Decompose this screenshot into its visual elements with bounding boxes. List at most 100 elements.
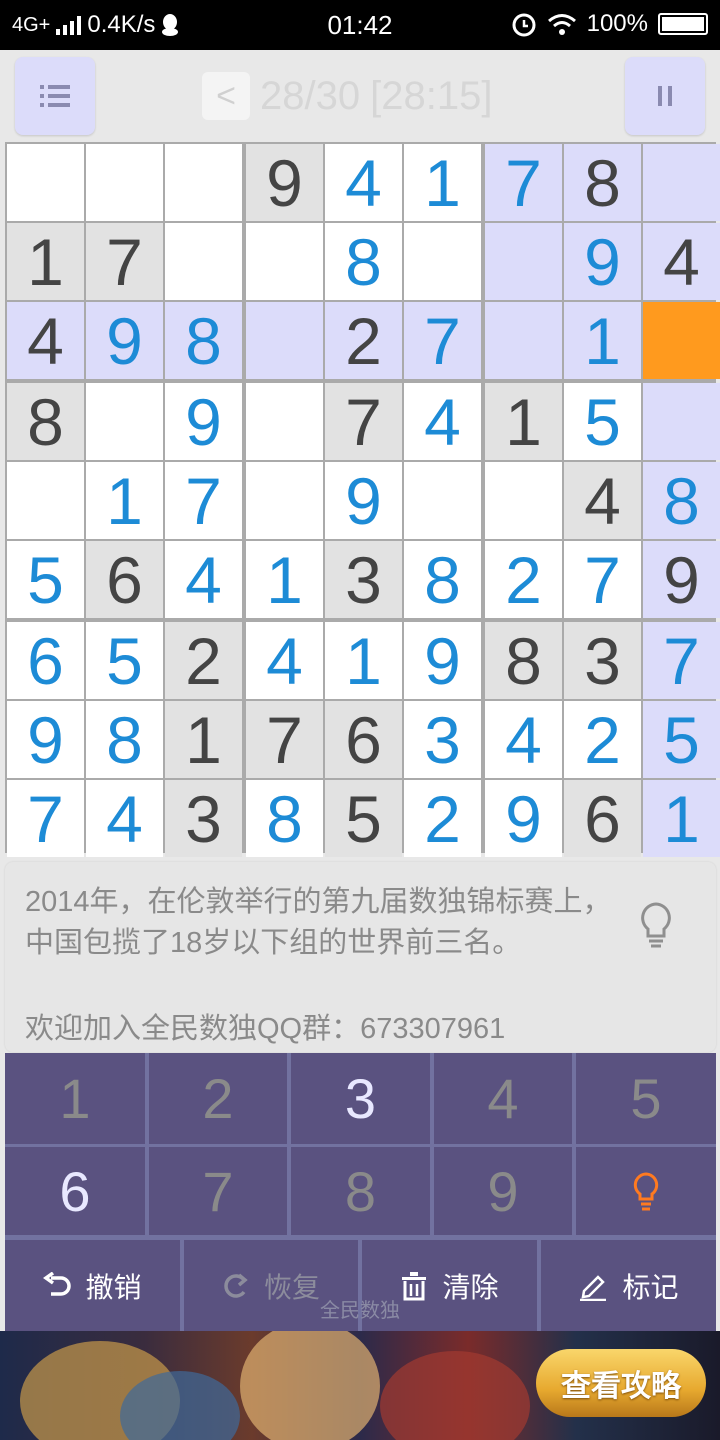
number-key-2[interactable]: 2 — [149, 1053, 287, 1144]
hint-key[interactable] — [576, 1147, 716, 1235]
cell-r1c9[interactable] — [643, 144, 720, 221]
cell-r2c5[interactable]: 8 — [325, 223, 402, 300]
cell-r1c6[interactable]: 1 — [404, 144, 481, 221]
cell-r2c7[interactable] — [485, 223, 562, 300]
cell-r9c4[interactable]: 8 — [246, 780, 323, 857]
cell-r2c8[interactable]: 9 — [564, 223, 641, 300]
cell-r6c7[interactable]: 2 — [485, 541, 562, 618]
cell-r8c6[interactable]: 3 — [404, 701, 481, 778]
cell-r4c4[interactable] — [246, 383, 323, 460]
number-key-4[interactable]: 4 — [434, 1053, 572, 1144]
cell-r4c5[interactable]: 7 — [325, 383, 402, 460]
cell-r8c3[interactable]: 1 — [165, 701, 242, 778]
cell-r3c6[interactable]: 7 — [404, 302, 481, 379]
cell-r5c6[interactable] — [404, 462, 481, 539]
cell-r9c3[interactable]: 3 — [165, 780, 242, 857]
cell-r9c7[interactable]: 9 — [485, 780, 562, 857]
previous-level-button[interactable]: < — [202, 72, 250, 120]
cell-r5c2[interactable]: 1 — [86, 462, 163, 539]
cell-r6c4[interactable]: 1 — [246, 541, 323, 618]
number-key-7[interactable]: 7 — [149, 1147, 287, 1235]
cell-r1c1[interactable] — [7, 144, 84, 221]
cell-r6c2[interactable]: 6 — [86, 541, 163, 618]
cell-r5c9[interactable]: 8 — [643, 462, 720, 539]
cell-r5c3[interactable]: 7 — [165, 462, 242, 539]
lightbulb-icon[interactable] — [636, 900, 676, 950]
battery-percent: 100% — [586, 10, 648, 37]
cell-r5c4[interactable] — [246, 462, 323, 539]
cell-r1c8[interactable]: 8 — [564, 144, 641, 221]
cell-r2c6[interactable] — [404, 223, 481, 300]
cell-r9c1[interactable]: 7 — [7, 780, 84, 857]
cell-r5c8[interactable]: 4 — [564, 462, 641, 539]
cell-r6c8[interactable]: 7 — [564, 541, 641, 618]
cell-r7c2[interactable]: 5 — [86, 622, 163, 699]
cell-r8c7[interactable]: 4 — [485, 701, 562, 778]
cell-r4c6[interactable]: 4 — [404, 383, 481, 460]
cell-r5c5[interactable]: 9 — [325, 462, 402, 539]
number-key-3[interactable]: 3 — [291, 1053, 430, 1144]
cell-r9c9[interactable]: 1 — [643, 780, 720, 857]
cell-r2c2[interactable]: 7 — [86, 223, 163, 300]
number-key-1[interactable]: 1 — [5, 1053, 145, 1144]
cell-r2c3[interactable] — [165, 223, 242, 300]
cell-r7c9[interactable]: 7 — [643, 622, 720, 699]
cell-r4c8[interactable]: 5 — [564, 383, 641, 460]
cell-r1c7[interactable]: 7 — [485, 144, 562, 221]
cell-r8c2[interactable]: 8 — [86, 701, 163, 778]
cell-r7c6[interactable]: 9 — [404, 622, 481, 699]
cell-r1c4[interactable]: 9 — [246, 144, 323, 221]
cell-r8c9[interactable]: 5 — [643, 701, 720, 778]
ad-banner[interactable]: 查看攻略 — [0, 1331, 720, 1440]
cell-r6c5[interactable]: 3 — [325, 541, 402, 618]
cell-r6c3[interactable]: 4 — [165, 541, 242, 618]
undo-button[interactable]: 撤销 — [5, 1240, 180, 1331]
pause-button[interactable] — [625, 57, 705, 135]
cell-r6c1[interactable]: 5 — [7, 541, 84, 618]
cell-r9c8[interactable]: 6 — [564, 780, 641, 857]
cell-r6c6[interactable]: 8 — [404, 541, 481, 618]
cell-r7c4[interactable]: 4 — [246, 622, 323, 699]
cell-r4c1[interactable]: 8 — [7, 383, 84, 460]
cell-r1c5[interactable]: 4 — [325, 144, 402, 221]
number-key-6[interactable]: 6 — [5, 1147, 145, 1235]
cell-r8c1[interactable]: 9 — [7, 701, 84, 778]
number-key-9[interactable]: 9 — [434, 1147, 572, 1235]
cell-r3c8[interactable]: 1 — [564, 302, 641, 379]
cell-r7c3[interactable]: 2 — [165, 622, 242, 699]
cell-r3c1[interactable]: 4 — [7, 302, 84, 379]
cell-r4c3[interactable]: 9 — [165, 383, 242, 460]
cell-r6c9[interactable]: 9 — [643, 541, 720, 618]
cell-r5c1[interactable] — [7, 462, 84, 539]
number-key-5[interactable]: 5 — [576, 1053, 716, 1144]
cell-r4c9[interactable] — [643, 383, 720, 460]
cell-r7c8[interactable]: 3 — [564, 622, 641, 699]
mark-button[interactable]: 标记 — [541, 1240, 716, 1331]
cell-r9c6[interactable]: 2 — [404, 780, 481, 857]
cell-r3c2[interactable]: 9 — [86, 302, 163, 379]
cell-r3c9[interactable] — [643, 302, 720, 379]
cell-r5c7[interactable] — [485, 462, 562, 539]
cell-r4c2[interactable] — [86, 383, 163, 460]
view-guide-button[interactable]: 查看攻略 — [536, 1349, 706, 1417]
cell-r1c2[interactable] — [86, 144, 163, 221]
cell-r9c2[interactable]: 4 — [86, 780, 163, 857]
cell-r7c5[interactable]: 1 — [325, 622, 402, 699]
cell-r2c4[interactable] — [246, 223, 323, 300]
cell-r8c4[interactable]: 7 — [246, 701, 323, 778]
cell-r2c9[interactable]: 4 — [643, 223, 720, 300]
cell-r4c7[interactable]: 1 — [485, 383, 562, 460]
cell-r2c1[interactable]: 1 — [7, 223, 84, 300]
cell-r3c5[interactable]: 2 — [325, 302, 402, 379]
cell-r7c7[interactable]: 8 — [485, 622, 562, 699]
cell-r3c3[interactable]: 8 — [165, 302, 242, 379]
cell-r8c5[interactable]: 6 — [325, 701, 402, 778]
cell-r7c1[interactable]: 6 — [7, 622, 84, 699]
cell-r3c7[interactable] — [485, 302, 562, 379]
cell-r8c8[interactable]: 2 — [564, 701, 641, 778]
cell-r1c3[interactable] — [165, 144, 242, 221]
number-key-8[interactable]: 8 — [291, 1147, 430, 1235]
cell-r9c5[interactable]: 5 — [325, 780, 402, 857]
cell-r3c4[interactable] — [246, 302, 323, 379]
menu-button[interactable] — [15, 57, 95, 135]
